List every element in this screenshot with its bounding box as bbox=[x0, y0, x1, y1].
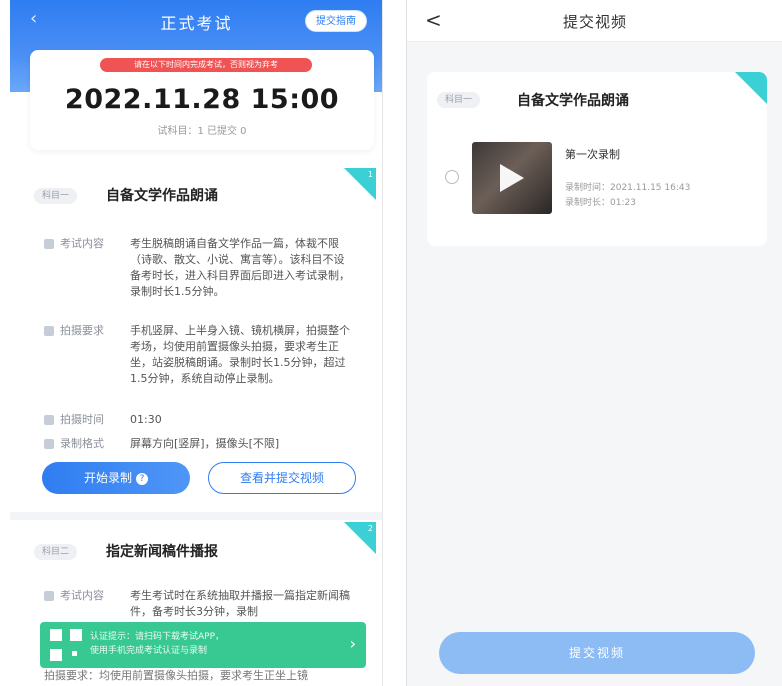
recording-duration: 录制时长：01:23 bbox=[565, 198, 636, 208]
submit-video-button[interactable]: 提交视频 bbox=[439, 632, 755, 674]
row-format: 录制格式 屏幕方向[竖屏]，摄像头[不限] bbox=[44, 436, 364, 452]
divider bbox=[10, 512, 382, 520]
info-icon: ? bbox=[136, 472, 148, 485]
page-title: 提交视频 bbox=[562, 13, 627, 31]
content-icon bbox=[44, 591, 54, 601]
recording-card: 科目一 自备文学作品朗诵 第一次录制 录制时间：2021.11.15 16:43… bbox=[427, 72, 767, 246]
qr-code-icon bbox=[50, 629, 82, 661]
exam-screen: ‹ 正式考试 提交指南 请在以下时间内完成考试，否则视为弃考 2022.11.2… bbox=[10, 0, 383, 686]
exam-item-1: 1 科目一 自备文学作品朗诵 考试内容 考生脱稿朗诵自备文学作品一篇，体裁不限（… bbox=[26, 168, 376, 503]
subject-badge: 科目一 bbox=[34, 188, 78, 204]
row-shoot-req: 拍摄要求 手机竖屏、上半身入镜、镜机横屏，拍摄整个考场，均使用前置摄像头拍摄，要… bbox=[44, 323, 364, 403]
content-icon bbox=[44, 239, 54, 249]
qr-text: 认证提示：请扫码下载考试APP， 使用手机完成考试认证与录制 bbox=[90, 632, 225, 656]
submit-guide-button[interactable]: 提交指南 bbox=[305, 10, 367, 32]
camera-icon bbox=[44, 326, 54, 336]
item-title: 自备文学作品朗诵 bbox=[517, 93, 629, 109]
exam-time-card: 请在以下时间内完成考试，否则视为弃考 2022.11.28 15:00 试科目：… bbox=[30, 50, 374, 150]
clock-icon bbox=[44, 415, 54, 425]
header: < 提交视频 bbox=[407, 0, 782, 42]
submit-video-screen: < 提交视频 科目一 自备文学作品朗诵 第一次录制 录制时间：2021.11.1… bbox=[406, 0, 782, 686]
chevron-right-icon: › bbox=[349, 634, 356, 653]
row-content: 考试内容 考生脱稿朗诵自备文学作品一篇，体裁不限（诗歌、散文、小说、寓言等）。该… bbox=[44, 236, 364, 308]
recording-time: 录制时间：2021.11.15 16:43 bbox=[565, 183, 691, 193]
video-thumbnail[interactable] bbox=[472, 142, 552, 214]
recording-title: 第一次录制 bbox=[565, 148, 620, 161]
row-extra: 拍摄要求：均使用前置摄像头拍摄，要求考生正坐上镜 bbox=[44, 669, 308, 682]
item-title: 指定新闻稿件播报 bbox=[106, 544, 218, 560]
item-title: 自备文学作品朗诵 bbox=[106, 188, 218, 204]
corner-tag: 1 bbox=[344, 168, 376, 200]
row-shoot-time: 拍摄时间 01:30 bbox=[44, 412, 364, 428]
subject-badge: 科目二 bbox=[34, 544, 78, 560]
start-recording-button[interactable]: 开始录制? bbox=[42, 462, 190, 494]
select-radio[interactable] bbox=[445, 170, 459, 184]
exam-meta: 试科目：1 已提交 0 bbox=[157, 126, 247, 137]
qr-banner[interactable]: 认证提示：请扫码下载考试APP， 使用手机完成考试认证与录制 › bbox=[40, 622, 366, 668]
format-icon bbox=[44, 439, 54, 449]
deadline-alert: 请在以下时间内完成考试，否则视为弃考 bbox=[100, 58, 312, 72]
subject-badge: 科目一 bbox=[437, 92, 481, 108]
exam-datetime: 2022.11.28 15:00 bbox=[64, 84, 340, 115]
corner-tag bbox=[735, 72, 767, 104]
corner-tag: 2 bbox=[344, 522, 376, 554]
play-icon bbox=[500, 164, 524, 192]
view-submit-button[interactable]: 查看并提交视频 bbox=[208, 462, 356, 494]
